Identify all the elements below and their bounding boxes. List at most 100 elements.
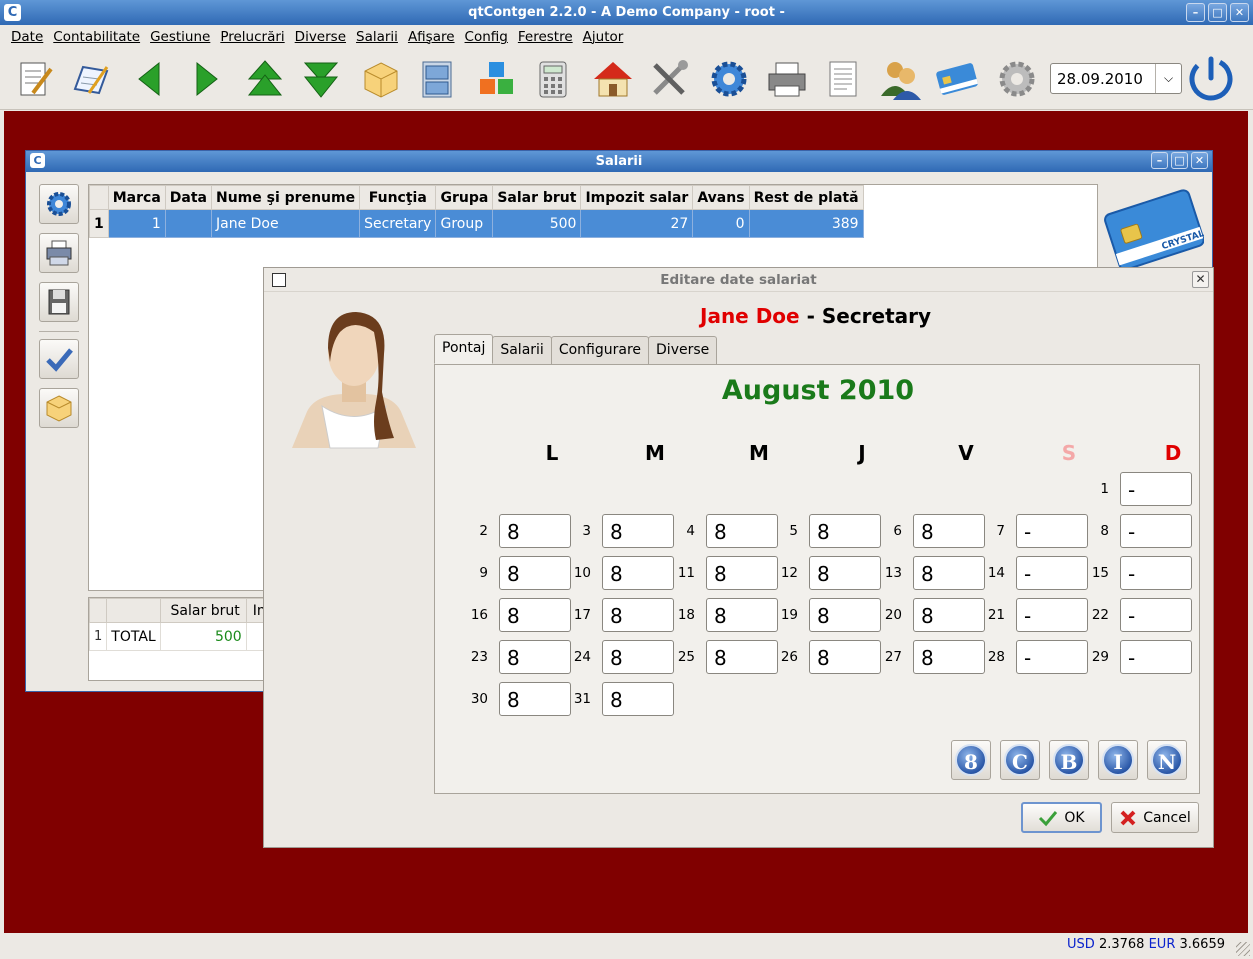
- code-i-button[interactable]: I: [1098, 740, 1138, 780]
- tab-pontaj[interactable]: Pontaj: [434, 334, 494, 364]
- day-cell: 17 8: [551, 598, 674, 632]
- dialog-menu-icon[interactable]: [272, 273, 286, 287]
- column-header[interactable]: Marca: [107, 185, 166, 210]
- resize-grip[interactable]: [1236, 942, 1250, 956]
- dialog-close-button[interactable]: ✕: [1192, 271, 1209, 288]
- arrow-up-double-icon[interactable]: [242, 56, 288, 102]
- cell-avans[interactable]: 0: [692, 209, 750, 238]
- document-text-icon[interactable]: [820, 56, 866, 102]
- date-combobox[interactable]: 28.09.2010 ⌵: [1050, 63, 1182, 94]
- column-header[interactable]: Salar brut: [492, 185, 582, 210]
- cancel-button[interactable]: Cancel: [1111, 802, 1199, 833]
- day-hours-input[interactable]: -: [1120, 598, 1192, 632]
- day-cell: 26 8: [758, 640, 881, 674]
- day-cell: 13 8: [862, 556, 985, 590]
- day-cell: 21-: [965, 598, 1088, 632]
- totals-row[interactable]: 1 TOTAL 500: [88, 622, 278, 651]
- tools-icon[interactable]: [646, 56, 692, 102]
- ok-label: OK: [1064, 809, 1085, 826]
- tab-configurare[interactable]: Configurare: [550, 336, 650, 364]
- calculator-icon[interactable]: [530, 56, 576, 102]
- cubes-icon[interactable]: [474, 56, 520, 102]
- salarii-window-icon[interactable]: C: [30, 153, 45, 168]
- cell-nume[interactable]: Jane Doe: [210, 209, 361, 238]
- arrow-right-icon[interactable]: [184, 56, 230, 102]
- salarii-validate-button[interactable]: [39, 339, 79, 379]
- column-header[interactable]: Funcţia: [359, 185, 437, 210]
- notebook-icon[interactable]: [66, 56, 112, 102]
- day-hours-input[interactable]: -: [1120, 640, 1192, 674]
- code-n-button[interactable]: N: [1147, 740, 1187, 780]
- users-icon[interactable]: [878, 56, 924, 102]
- crystal-card-icon[interactable]: [934, 56, 980, 102]
- salarii-settings-button[interactable]: [39, 184, 79, 224]
- menu-date[interactable]: Date: [6, 25, 48, 48]
- ok-button[interactable]: OK: [1021, 802, 1102, 833]
- day-cell: 1-: [1069, 472, 1192, 506]
- tab-diverse[interactable]: Diverse: [648, 336, 718, 364]
- code-8-button[interactable]: 8: [951, 740, 991, 780]
- arrow-down-double-icon[interactable]: [298, 56, 344, 102]
- package-icon[interactable]: [358, 56, 404, 102]
- day-hours-input[interactable]: -: [1120, 472, 1192, 506]
- menu-afisare[interactable]: Afişare: [403, 25, 460, 48]
- cell-data[interactable]: [164, 209, 213, 238]
- salarii-minimize-button[interactable]: –: [1151, 152, 1168, 169]
- cell-rest[interactable]: 389: [748, 209, 864, 238]
- salarii-maximize-button[interactable]: □: [1171, 152, 1188, 169]
- menu-salarii[interactable]: Salarii: [351, 25, 403, 48]
- day-hours-input[interactable]: -: [1120, 514, 1192, 548]
- settings-gear-icon[interactable]: [706, 56, 752, 102]
- totals-header-row: Salar brut Im: [88, 598, 278, 623]
- salarii-save-button[interactable]: [39, 282, 79, 322]
- chevron-down-icon[interactable]: ⌵: [1155, 64, 1181, 93]
- day-cell: 8-: [1069, 514, 1192, 548]
- menubar: Date Contabilitate Gestiune Prelucrări D…: [0, 25, 1253, 48]
- menu-diverse[interactable]: Diverse: [290, 25, 351, 48]
- employee-name: Jane Doe: [700, 304, 800, 328]
- day-hours-input[interactable]: 8: [602, 682, 674, 716]
- edit-employee-dialog: Editare date salariat ✕ Jane Doe - Secre…: [263, 267, 1214, 848]
- code-c-button[interactable]: C: [1000, 740, 1040, 780]
- day-cell: 68: [862, 514, 985, 548]
- day-hours-input[interactable]: -: [1120, 556, 1192, 590]
- menu-prelucrari[interactable]: Prelucrări: [215, 25, 289, 48]
- menu-gestiune[interactable]: Gestiune: [145, 25, 215, 48]
- cell-salar-brut[interactable]: 500: [492, 209, 582, 238]
- cabinet-icon[interactable]: [414, 56, 460, 102]
- column-header[interactable]: Grupa: [435, 185, 494, 210]
- menu-contabilitate[interactable]: Contabilitate: [48, 25, 145, 48]
- cell-impozit[interactable]: 27: [580, 209, 694, 238]
- column-header[interactable]: Avans: [692, 185, 750, 210]
- menu-config[interactable]: Config: [460, 25, 513, 48]
- document-edit-icon[interactable]: [12, 56, 58, 102]
- power-icon[interactable]: [1188, 56, 1234, 102]
- exchange-rates: USD 2.3768 EUR 3.6659: [1067, 937, 1225, 952]
- salarii-close-button[interactable]: ✕: [1191, 152, 1208, 169]
- salarii-print-button[interactable]: [39, 233, 79, 273]
- tab-salarii[interactable]: Salarii: [492, 336, 552, 364]
- column-header[interactable]: Nume şi prenume: [210, 185, 361, 210]
- cell-marca[interactable]: 1: [107, 209, 166, 238]
- cell-grupa[interactable]: Group: [435, 209, 494, 238]
- menu-ajutor[interactable]: Ajutor: [578, 25, 629, 48]
- home-icon[interactable]: [590, 56, 636, 102]
- code-b-button[interactable]: B: [1049, 740, 1089, 780]
- row-number[interactable]: 1: [89, 209, 109, 238]
- close-button[interactable]: ✕: [1230, 3, 1249, 22]
- cell-functia[interactable]: Secretary: [359, 209, 437, 238]
- column-header[interactable]: Rest de plată: [748, 185, 864, 210]
- salarii-package-button[interactable]: [39, 388, 79, 428]
- minimize-button[interactable]: –: [1186, 3, 1205, 22]
- menu-ferestre[interactable]: Ferestre: [513, 25, 578, 48]
- app-icon[interactable]: C: [4, 4, 21, 21]
- table-row[interactable]: 1 1 Jane Doe Secretary Group 500 27 0 38…: [89, 209, 864, 238]
- gear-gray-icon[interactable]: [994, 56, 1040, 102]
- column-header[interactable]: Impozit salar: [580, 185, 694, 210]
- totals-column-header[interactable]: Salar brut: [159, 598, 247, 623]
- printer-icon[interactable]: [764, 56, 810, 102]
- arrow-left-icon[interactable]: [126, 56, 172, 102]
- maximize-button[interactable]: □: [1208, 3, 1227, 22]
- column-header[interactable]: Data: [164, 185, 213, 210]
- day-number: 30: [470, 691, 488, 707]
